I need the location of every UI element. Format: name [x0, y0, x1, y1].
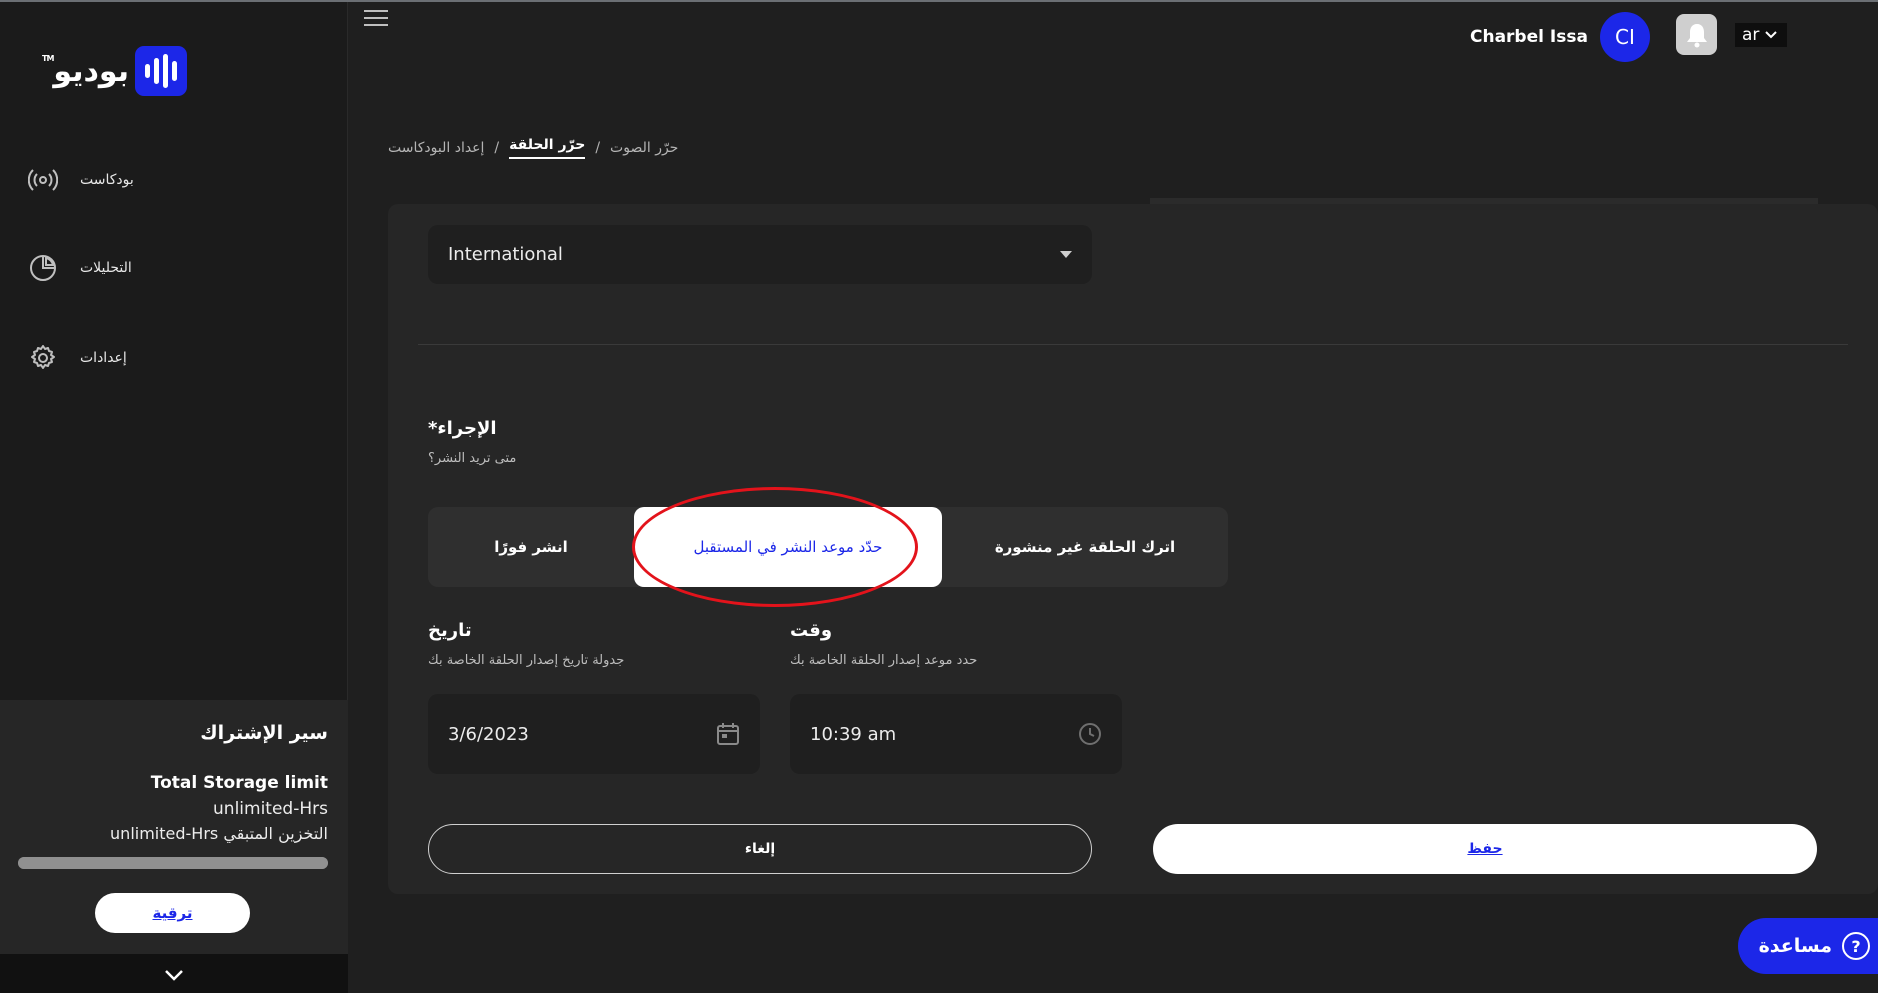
sidebar-collapse-bar[interactable] [0, 954, 348, 993]
publish-option-group: انشر فورًا حدّد موعد النشر في المستقبل ا… [428, 507, 1228, 587]
storage-progress-bar [18, 857, 328, 869]
avatar: CI [1599, 12, 1650, 62]
storage-title: Total Storage limit [150, 773, 328, 793]
sidebar-item-podcasts[interactable]: بودكاست [28, 165, 134, 195]
date-input[interactable]: 3/6/2023 [428, 694, 760, 774]
region-select-value: International [448, 244, 563, 265]
calendar-icon[interactable] [716, 722, 740, 746]
help-button[interactable]: مساعدة ? [1738, 918, 1878, 974]
date-subtitle: جدولة تاريخ إصدار الحلقة الخاصة بك [428, 653, 625, 668]
logo-trademark: TM [42, 53, 54, 63]
user-menu[interactable]: Charbel Issa CI [1470, 12, 1650, 62]
gear-icon [31, 345, 55, 369]
breadcrumb-separator: / [595, 140, 601, 156]
breadcrumb-item-podcast-setup[interactable]: إعداد البودكاست [388, 140, 484, 156]
help-question-icon: ? [1842, 932, 1870, 960]
time-label: وقت [790, 620, 833, 641]
region-select[interactable]: International [428, 225, 1092, 284]
pie-chart-icon [30, 255, 56, 281]
storage-progress-fill [18, 857, 328, 869]
breadcrumb-separator: / [494, 140, 500, 156]
subscription-title: سير الإشتراك [200, 722, 328, 744]
sidebar-item-analytics[interactable]: التحليلات [28, 253, 132, 283]
storage-remaining: التخزين المتبقي unlimited-Hrs [110, 824, 328, 843]
action-subtitle: متى تريد النشر؟ [428, 451, 517, 466]
leave-unpublished-option[interactable]: اترك الحلقة غير منشورة [942, 507, 1228, 587]
breadcrumb-item-edit-episode[interactable]: حرّر الحلقة [509, 137, 586, 159]
notifications-button[interactable] [1676, 14, 1717, 55]
sidebar-item-settings[interactable]: إعدادات [28, 343, 127, 373]
section-divider [418, 344, 1848, 345]
logo-wordmark: بوديو [53, 53, 130, 89]
caret-down-icon [1060, 251, 1072, 258]
subscription-panel: سير الإشتراك Total Storage limit unlimit… [0, 700, 348, 954]
cancel-button[interactable]: إلغاء [428, 824, 1092, 874]
publish-now-option[interactable]: انشر فورًا [428, 507, 634, 587]
sidebar-item-label: بودكاست [80, 172, 134, 188]
sidebar: TMبوديو بودكاست التحليلات إعدادات سير ال… [0, 2, 348, 993]
language-select[interactable]: ar [1735, 23, 1787, 47]
language-value: ar [1742, 25, 1760, 45]
upgrade-button[interactable]: ترقية [95, 893, 250, 933]
chevron-down-icon [1765, 31, 1778, 39]
sidebar-item-label: التحليلات [80, 260, 132, 276]
chevron-down-icon [165, 969, 183, 981]
brand-logo[interactable]: TMبوديو [42, 46, 187, 96]
breadcrumb: إعداد البودكاست / حرّر الحلقة / حرّر الص… [388, 137, 678, 159]
time-input[interactable]: 10:39 am [790, 694, 1122, 774]
bell-icon [1686, 23, 1707, 47]
breadcrumb-item-edit-audio[interactable]: حرّر الصوت [610, 140, 678, 156]
schedule-option[interactable]: حدّد موعد النشر في المستقبل [634, 507, 942, 587]
podcast-icon [28, 169, 58, 191]
time-subtitle: حدد موعد إصدار الحلقة الخاصة بك [790, 653, 978, 668]
time-value: 10:39 am [810, 723, 897, 745]
menu-icon[interactable] [364, 10, 388, 30]
save-button[interactable]: حفظ [1153, 824, 1817, 874]
user-name: Charbel Issa [1470, 27, 1588, 47]
help-label: مساعدة [1758, 935, 1832, 957]
date-label: تاريخ [428, 620, 472, 641]
sidebar-item-label: إعدادات [80, 350, 127, 366]
storage-value: unlimited-Hrs [213, 799, 328, 819]
logo-text: TMبوديو [42, 53, 130, 89]
action-title: الإجراء* [428, 418, 497, 439]
logo-mark-icon [134, 46, 187, 96]
clock-icon[interactable] [1078, 722, 1102, 746]
date-value: 3/6/2023 [448, 723, 529, 745]
